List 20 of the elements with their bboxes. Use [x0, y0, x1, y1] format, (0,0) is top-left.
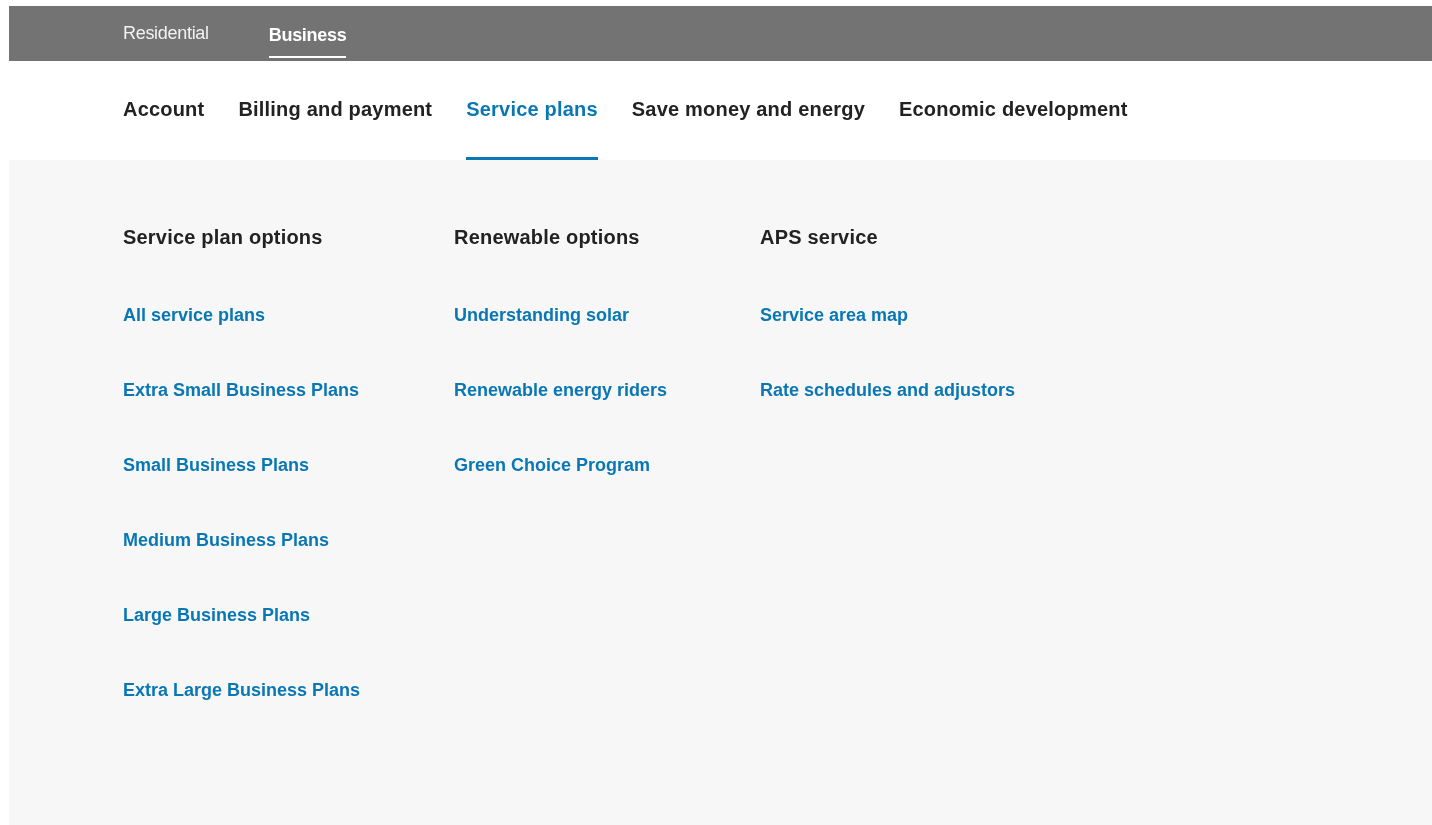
menu-link[interactable]: Extra Small Business Plans [123, 380, 454, 402]
column-heading: Service plan options [123, 226, 324, 250]
segment-tab[interactable]: Business [268, 9, 347, 58]
menu-link[interactable]: Service area map [760, 305, 1016, 327]
menu-link[interactable]: Renewable energy riders [454, 380, 760, 402]
menu-link[interactable]: Understanding solar [454, 305, 760, 327]
menu-link[interactable]: Medium Business Plans [123, 530, 454, 552]
menu-link[interactable]: Rate schedules and adjustors [760, 380, 1016, 402]
nav-tab[interactable]: Save money and energy [631, 61, 865, 160]
menu-link[interactable]: All service plans [123, 305, 454, 327]
column-heading: Renewable options [454, 226, 641, 250]
nav-tab[interactable]: Account [123, 61, 205, 160]
menu-link[interactable]: Extra Large Business Plans [123, 680, 454, 702]
segment-tab[interactable]: Residential [123, 9, 209, 58]
nav-tab[interactable]: Billing and payment [238, 61, 433, 160]
menu-link[interactable]: Large Business Plans [123, 605, 454, 627]
menu-link[interactable]: Green Choice Program [454, 455, 760, 477]
menu-link[interactable]: Small Business Plans [123, 455, 454, 477]
nav-tab[interactable]: Economic development [899, 61, 1128, 160]
column-heading: APS service [760, 226, 879, 250]
